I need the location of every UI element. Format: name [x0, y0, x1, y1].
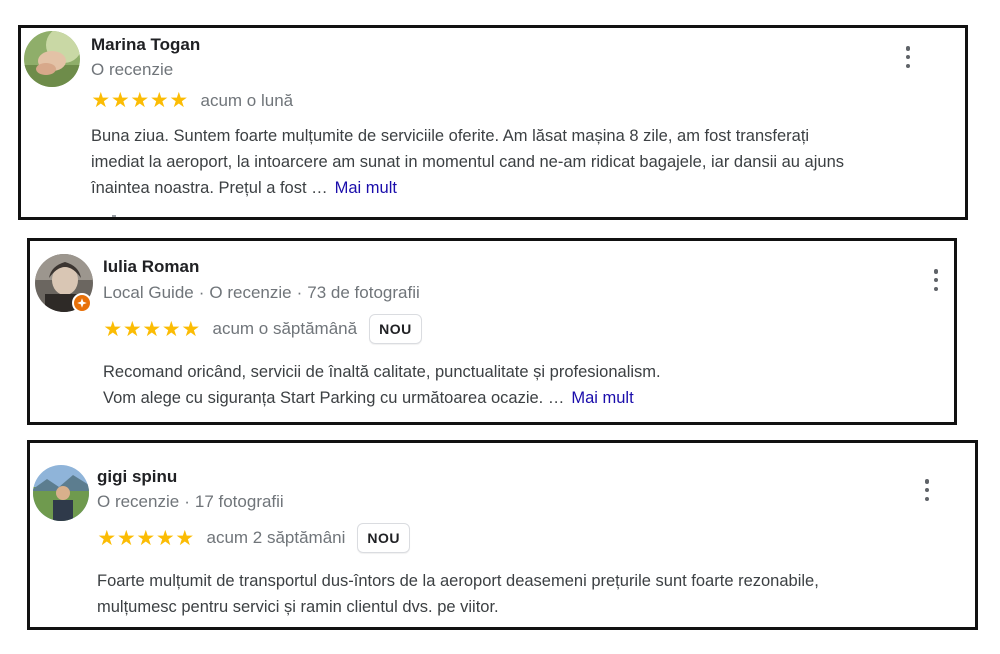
rating-row: ★ ★ ★ ★ ★ acum 2 săptămâni NOU [97, 523, 411, 553]
review-time: acum o săptămână [212, 319, 358, 338]
photo-count: 17 fotografii [194, 492, 284, 511]
review-text-line: mulțumesc pentru servici și ramin client… [97, 598, 499, 616]
star-icon: ★ [161, 317, 181, 341]
review-text-line: înaintea noastra. Prețul a fost … [91, 179, 328, 197]
reviewer-meta: O recenzie [91, 60, 173, 80]
reviewer-meta: O recenzie · 17 fotografii [97, 492, 284, 511]
review-time: acum o lună [200, 90, 294, 110]
star-rating: ★ ★ ★ ★ ★ [103, 319, 201, 340]
more-options-icon[interactable] [927, 267, 945, 293]
review-time: acum 2 săptămâni [206, 528, 346, 547]
reviewer-avatar[interactable] [33, 465, 89, 521]
rating-row: ★ ★ ★ ★ ★ acum o săptămână NOU [103, 314, 422, 344]
reviewer-name[interactable]: Marina Togan [91, 35, 200, 55]
more-link[interactable]: Mai mult [571, 389, 633, 407]
star-icon: ★ [136, 526, 156, 550]
star-icon: ★ [91, 89, 111, 112]
clipped-content-mark [112, 215, 116, 217]
local-guide-label: Local Guide [103, 283, 194, 302]
new-badge: NOU [369, 314, 422, 344]
reviewer-name[interactable]: gigi spinu [97, 467, 177, 487]
reviewer-name[interactable]: Iulia Roman [103, 257, 199, 277]
star-icon: ★ [175, 526, 195, 550]
local-guide-badge-icon [72, 293, 92, 313]
star-rating: ★ ★ ★ ★ ★ [91, 90, 189, 111]
review-text: Foarte mulțumit de transportul dus-întor… [97, 568, 819, 620]
rating-row: ★ ★ ★ ★ ★ acum o lună [91, 90, 293, 111]
review-card: gigi spinu O recenzie · 17 fotografii ★ ★ ★ ★… [27, 440, 978, 630]
star-icon: ★ [130, 89, 150, 112]
review-text-line: Foarte mulțumit de transportul dus-întor… [97, 572, 819, 590]
star-icon: ★ [149, 89, 169, 112]
review-text: Recomand oricând, servicii de înaltă cal… [103, 359, 661, 411]
review-text-line: Buna ziua. Suntem foarte mulțumite de se… [91, 127, 810, 145]
star-icon: ★ [103, 317, 123, 341]
star-icon: ★ [169, 89, 189, 112]
review-text-line: Vom alege cu siguranța Start Parking cu … [103, 389, 565, 407]
star-icon: ★ [110, 89, 130, 112]
photo-count: 73 de fotografii [307, 283, 420, 302]
star-icon: ★ [181, 317, 201, 341]
review-card: Marina Togan O recenzie ★ ★ ★ ★ ★ acum o lun… [18, 25, 968, 220]
review-text: Buna ziua. Suntem foarte mulțumite de se… [91, 123, 844, 201]
review-card: Iulia Roman Local Guide · O recenzie · 73 de… [27, 238, 957, 425]
review-count: O recenzie [97, 492, 180, 511]
review-count: O recenzie [209, 283, 292, 302]
more-options-icon[interactable] [918, 477, 936, 503]
more-link[interactable]: Mai mult [335, 179, 397, 197]
star-rating: ★ ★ ★ ★ ★ [97, 528, 195, 549]
new-badge: NOU [357, 523, 411, 553]
star-icon: ★ [155, 526, 175, 550]
reviewer-meta: Local Guide · O recenzie · 73 de fotografii [103, 283, 420, 302]
reviewer-avatar[interactable] [24, 31, 80, 87]
review-text-line: imediat la aeroport, la intoarcere am su… [91, 153, 844, 171]
review-text-line: Recomand oricând, servicii de înaltă cal… [103, 363, 661, 381]
star-icon: ★ [122, 317, 142, 341]
star-icon: ★ [97, 526, 117, 550]
star-icon: ★ [116, 526, 136, 550]
star-icon: ★ [142, 317, 162, 341]
review-count: O recenzie [91, 60, 174, 79]
more-options-icon[interactable] [899, 44, 917, 70]
